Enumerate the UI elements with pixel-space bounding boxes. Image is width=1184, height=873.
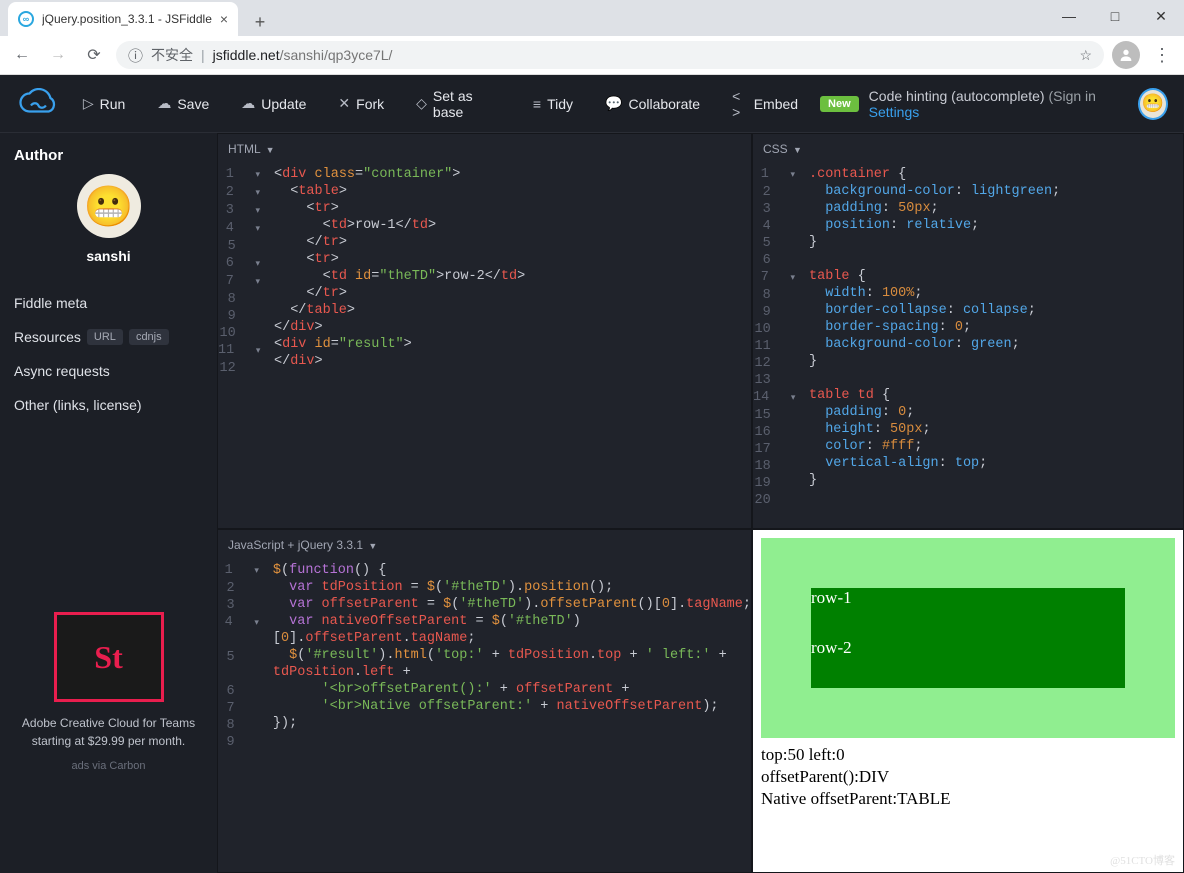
result-output: top:50 left:0 offsetParent():DIV Native … <box>761 744 1175 810</box>
ad-box[interactable]: St Adobe Creative Cloud for Teams starti… <box>14 612 203 772</box>
gutter: 1 ▾ 2 3 4 5 6 7 ▾ 8 9 10 11 12 13 14 ▾ 1… <box>753 166 809 509</box>
editor-panes: HTML ▼ 1 ▾ 2 ▾ 3 ▾ 4 ▾ 5 6 ▾ 7 ▾ 8 9 10 … <box>217 133 1184 873</box>
cloud-up-icon: ☁ <box>241 95 255 112</box>
minimize-icon[interactable]: — <box>1046 0 1092 32</box>
sidebar-other[interactable]: Other (links, license) <box>14 388 203 422</box>
ad-via: ads via Carbon <box>14 760 203 772</box>
list-icon: ≡ <box>533 96 541 112</box>
css-label[interactable]: CSS ▼ <box>763 142 802 156</box>
gutter: 1 ▾ 2 3 4 ▾ 5 6 7 8 9 <box>218 562 273 751</box>
menu-dots-icon[interactable]: ⋮ <box>1148 45 1176 66</box>
result-table: row-1 row-2 <box>811 588 1125 688</box>
run-button[interactable]: ▷Run <box>73 86 135 122</box>
hint-text: Code hinting (autocomplete) (Sign in Set… <box>869 88 1129 120</box>
fork-button[interactable]: ✕Fork <box>328 86 394 122</box>
save-button[interactable]: ☁Save <box>147 86 219 122</box>
chevron-down-icon: ▼ <box>368 541 377 551</box>
author-avatar[interactable]: 😬 <box>77 174 141 238</box>
forward-icon[interactable]: → <box>44 41 72 69</box>
result-pane: row-1 row-2 top:50 left:0 offsetParent()… <box>752 529 1184 873</box>
back-icon[interactable]: ← <box>8 41 36 69</box>
author-name[interactable]: sanshi <box>14 248 203 264</box>
tab-title: jQuery.position_3.3.1 - JSFiddle <box>42 12 212 26</box>
close-window-icon[interactable]: ✕ <box>1138 0 1184 32</box>
main-layout: Author 😬 sanshi Fiddle meta ResourcesURL… <box>0 133 1184 873</box>
cloud-icon: ☁ <box>157 95 171 112</box>
js-pane[interactable]: JavaScript + jQuery 3.3.1 ▼ 1 ▾ 2 3 4 ▾ … <box>217 529 752 873</box>
maximize-icon[interactable]: □ <box>1092 0 1138 32</box>
browser-tab[interactable]: ∞ jQuery.position_3.3.1 - JSFiddle × <box>8 2 238 36</box>
play-icon: ▷ <box>83 95 94 112</box>
setbase-button[interactable]: ◇Set as base <box>406 86 511 122</box>
url-pill[interactable]: URL <box>87 329 123 345</box>
window-controls: — □ ✕ <box>1046 0 1184 32</box>
close-icon[interactable]: × <box>220 11 228 27</box>
new-badge: New <box>820 96 859 112</box>
browser-chrome: ∞ jQuery.position_3.3.1 - JSFiddle × + —… <box>0 0 1184 75</box>
cdnjs-pill[interactable]: cdnjs <box>129 329 169 345</box>
jsfiddle-header: ▷Run ☁Save ☁Update ✕Fork ◇Set as base ≡T… <box>0 75 1184 133</box>
ad-logo-icon: St <box>54 612 164 702</box>
table-cell: row-2 <box>811 638 1125 688</box>
author-heading: Author <box>14 147 203 164</box>
sidebar-async[interactable]: Async requests <box>14 354 203 388</box>
css-pane[interactable]: CSS ▼ 1 ▾ 2 3 4 5 6 7 ▾ 8 9 10 11 12 13 … <box>752 133 1184 529</box>
jsfiddle-app: ▷Run ☁Save ☁Update ✕Fork ◇Set as base ≡T… <box>0 75 1184 873</box>
css-editor[interactable]: 1 ▾ 2 3 4 5 6 7 ▾ 8 9 10 11 12 13 14 ▾ 1… <box>753 134 1183 509</box>
chat-icon: 💬 <box>605 95 622 112</box>
watermark: @51CTO博客 <box>1110 852 1175 868</box>
reload-icon[interactable]: ⟳ <box>80 41 108 69</box>
gutter: 1 ▾ 2 ▾ 3 ▾ 4 ▾ 5 6 ▾ 7 ▾ 8 9 10 11 ▾ 12 <box>218 166 274 377</box>
js-label[interactable]: JavaScript + jQuery 3.3.1 ▼ <box>228 538 377 552</box>
css-code: .container { background-color: lightgree… <box>809 166 1183 509</box>
profile-icon[interactable] <box>1112 41 1140 69</box>
embed-button[interactable]: < >Embed <box>722 86 808 122</box>
ad-text: Adobe Creative Cloud for Teams starting … <box>14 714 203 750</box>
html-code: <div class="container"> <table> <tr> <td… <box>274 166 751 377</box>
sidebar-fiddle-meta[interactable]: Fiddle meta <box>14 286 203 320</box>
sidebar-resources[interactable]: ResourcesURLcdnjs <box>14 320 203 354</box>
address-bar: ← → ⟳ ⓘ 不安全 | jsfiddle.net/sanshi/qp3yce… <box>0 36 1184 74</box>
star-icon[interactable]: ☆ <box>1079 47 1092 64</box>
chevron-down-icon: ▼ <box>793 145 802 155</box>
html-label[interactable]: HTML ▼ <box>228 142 275 156</box>
js-code: $(function() { var tdPosition = $('#theT… <box>273 562 751 751</box>
new-tab-button[interactable]: + <box>246 8 274 36</box>
table-cell: row-1 <box>811 588 1125 638</box>
tag-icon: ◇ <box>416 95 427 112</box>
security-label: 不安全 <box>151 45 193 65</box>
collab-button[interactable]: 💬Collaborate <box>595 86 710 122</box>
result-container: row-1 row-2 <box>761 538 1175 738</box>
url-input[interactable]: ⓘ 不安全 | jsfiddle.net/sanshi/qp3yce7L/ ☆ <box>116 41 1104 69</box>
html-pane[interactable]: HTML ▼ 1 ▾ 2 ▾ 3 ▾ 4 ▾ 5 6 ▾ 7 ▾ 8 9 10 … <box>217 133 752 529</box>
tidy-button[interactable]: ≡Tidy <box>523 86 583 122</box>
user-avatar[interactable]: 😬 <box>1138 88 1168 120</box>
settings-link[interactable]: Settings <box>869 104 920 120</box>
sidebar: Author 😬 sanshi Fiddle meta ResourcesURL… <box>0 133 217 873</box>
jsfiddle-logo-icon[interactable] <box>16 88 61 120</box>
update-button[interactable]: ☁Update <box>231 86 316 122</box>
info-icon[interactable]: ⓘ <box>128 45 143 66</box>
html-editor[interactable]: 1 ▾ 2 ▾ 3 ▾ 4 ▾ 5 6 ▾ 7 ▾ 8 9 10 11 ▾ 12… <box>218 134 751 377</box>
favicon-icon: ∞ <box>18 11 34 27</box>
embed-icon: < > <box>732 88 748 120</box>
js-editor[interactable]: 1 ▾ 2 3 4 ▾ 5 6 7 8 9 $(function() { var… <box>218 530 751 751</box>
tab-strip: ∞ jQuery.position_3.3.1 - JSFiddle × + —… <box>0 0 1184 36</box>
chevron-down-icon: ▼ <box>266 145 275 155</box>
fork-icon: ✕ <box>338 95 350 112</box>
